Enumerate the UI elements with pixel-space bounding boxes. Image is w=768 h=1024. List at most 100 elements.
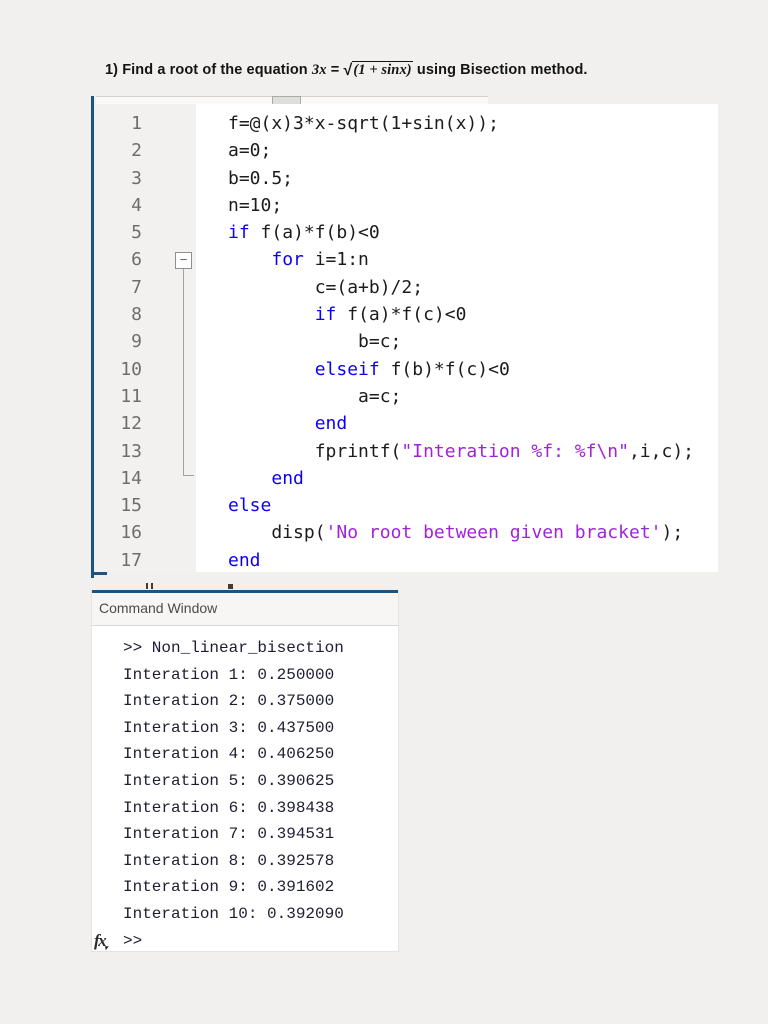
command-output-line: Interation 6: 0.398438 bbox=[123, 798, 335, 817]
command-window-content[interactable]: >> Non_linear_bisection Interation 1: 0.2… bbox=[92, 626, 398, 951]
code-fold-toggle[interactable]: − bbox=[175, 252, 192, 269]
code-segment: a=0; bbox=[228, 140, 272, 162]
line-number: 7 bbox=[131, 276, 142, 298]
line-number: 16 bbox=[120, 522, 142, 544]
line-number: 1 bbox=[131, 113, 142, 134]
code-segment: a=c; bbox=[228, 385, 402, 407]
line-number: 9 bbox=[131, 331, 142, 353]
command-output-line: Interation 5: 0.390625 bbox=[123, 771, 335, 790]
code-segment: b=c; bbox=[228, 331, 402, 353]
code-line[interactable]: disp('No root between given bracket'); bbox=[228, 519, 718, 546]
cropped-text-remnant bbox=[228, 584, 233, 589]
command-output-line: Interation 1: 0.250000 bbox=[123, 665, 335, 684]
command-output-line: Interation 7: 0.394531 bbox=[123, 825, 335, 844]
code-segment: end bbox=[271, 467, 304, 489]
line-number: 15 bbox=[120, 495, 142, 517]
code-segment: f(b)*f(c)<0 bbox=[379, 358, 510, 380]
math-lhs: 3x bbox=[311, 62, 327, 78]
code-segment: if bbox=[314, 304, 337, 326]
code-line[interactable]: c=(a+b)/2; bbox=[228, 274, 718, 301]
line-number: 11 bbox=[120, 385, 142, 407]
line-number: 6 bbox=[131, 249, 142, 271]
title-text-after: using Bisection method. bbox=[412, 62, 588, 78]
code-line[interactable]: if f(a)*f(b)<0 bbox=[228, 219, 718, 246]
command-window-panel: Command Window >> Non_linear_bisection In… bbox=[91, 590, 399, 952]
math-equals: = bbox=[326, 62, 344, 78]
code-line[interactable]: end bbox=[228, 410, 718, 437]
code-line[interactable]: b=0.5; bbox=[228, 165, 718, 192]
code-segment: b=0.5; bbox=[228, 167, 294, 189]
command-window-title: Command Window bbox=[99, 600, 218, 616]
code-line[interactable]: end bbox=[228, 547, 718, 574]
command-output-line: >> Non_linear_bisection bbox=[123, 639, 344, 657]
line-number: 5 bbox=[131, 222, 142, 244]
fold-region-bracket bbox=[183, 269, 194, 476]
cropped-text-remnant bbox=[151, 583, 153, 589]
line-number: 3 bbox=[131, 167, 142, 189]
code-line[interactable]: else bbox=[228, 492, 718, 519]
code-segment: f(a)*f(c)<0 bbox=[336, 304, 467, 326]
sqrt-radical-icon: √ bbox=[343, 62, 353, 79]
command-output-line: Interation 4: 0.406250 bbox=[123, 745, 335, 764]
sqrt-radicand: (1 + sinx) bbox=[352, 61, 413, 78]
code-segment: f=@(x)3*x-sqrt(1+sin(x)); bbox=[228, 113, 499, 134]
code-segment: ); bbox=[661, 522, 684, 544]
problem-title: 1) Find a root of the equation 3x = √(1 … bbox=[105, 61, 588, 79]
code-segment: elseif bbox=[314, 358, 380, 380]
code-segment: f(a)*f(b)<0 bbox=[249, 222, 380, 244]
code-segment: 'No root between given bracket' bbox=[325, 522, 662, 544]
command-output-line: Interation 2: 0.375000 bbox=[123, 692, 335, 711]
code-segment: ,i,c); bbox=[628, 440, 694, 462]
code-segment: i=1:n bbox=[303, 249, 369, 271]
line-number: 13 bbox=[120, 440, 142, 462]
code-segment: "Interation %f: %f\n" bbox=[401, 440, 629, 462]
cropped-text-remnant bbox=[146, 583, 148, 589]
screen: 1) Find a root of the equation 3x = √(1 … bbox=[0, 0, 768, 1024]
code-line[interactable]: f=@(x)3*x-sqrt(1+sin(x)); bbox=[228, 110, 718, 137]
code-line[interactable]: a=c; bbox=[228, 383, 718, 410]
line-numbers: 1 2 3 4 5 6 7 8 9 10 11 12 13 14 15 16 17 bbox=[94, 110, 142, 574]
title-text-before: 1) Find a root of the equation bbox=[105, 62, 312, 78]
code-segment: end bbox=[314, 413, 348, 435]
code-line[interactable]: n=10; bbox=[228, 192, 718, 219]
code-line[interactable]: a=0; bbox=[228, 137, 718, 164]
code-area[interactable]: f=@(x)3*x-sqrt(1+sin(x)); a=0; b=0.5; n=10;… bbox=[196, 104, 718, 572]
code-segment: disp( bbox=[228, 522, 326, 544]
code-segment: n=10; bbox=[228, 194, 283, 216]
line-number: 8 bbox=[131, 304, 142, 326]
code-segment: c=(a+b)/2; bbox=[228, 276, 424, 298]
code-line[interactable]: b=c; bbox=[228, 328, 718, 355]
command-window-header[interactable]: Command Window bbox=[92, 593, 398, 626]
code-line[interactable]: end bbox=[228, 465, 718, 492]
command-output-line: Interation 3: 0.437500 bbox=[123, 718, 335, 737]
fx-icon[interactable]: fx▾ bbox=[94, 928, 108, 951]
code-line[interactable]: fprintf("Interation %f: %f\n",i,c); bbox=[228, 438, 718, 465]
code-editor-panel: 1 2 3 4 5 6 7 8 9 10 11 12 13 14 15 16 17 f=@(x)3*x-sqrt… bbox=[91, 96, 718, 578]
line-number: 4 bbox=[131, 194, 142, 216]
command-prompt-row: fx▾ >> bbox=[94, 928, 398, 951]
code-segment: if bbox=[228, 222, 250, 244]
line-number: 12 bbox=[120, 413, 142, 435]
command-output-line: Interation 9: 0.391602 bbox=[123, 878, 335, 897]
line-number: 2 bbox=[131, 140, 142, 162]
line-number-gutter: 1 2 3 4 5 6 7 8 9 10 11 12 13 14 15 16 17 bbox=[94, 104, 196, 572]
command-prompt[interactable]: >> bbox=[123, 932, 142, 950]
code-segment: else bbox=[228, 495, 272, 517]
command-output: >> Non_linear_bisection Interation 1: 0.2… bbox=[123, 635, 398, 928]
caret-down-icon: ▾ bbox=[104, 943, 108, 951]
line-number: 17 bbox=[120, 549, 142, 571]
command-output-line: Interation 8: 0.392578 bbox=[123, 851, 335, 870]
command-output-line: Interation 10: 0.392090 bbox=[123, 904, 344, 923]
code-line[interactable]: if f(a)*f(c)<0 bbox=[228, 301, 718, 328]
code-lines: f=@(x)3*x-sqrt(1+sin(x)); a=0; b=0.5; n=10;… bbox=[196, 104, 718, 574]
code-segment: for bbox=[271, 249, 304, 271]
code-line[interactable]: for i=1:n bbox=[228, 246, 718, 273]
line-number: 14 bbox=[120, 467, 142, 489]
line-number: 10 bbox=[120, 358, 142, 380]
code-line[interactable]: elseif f(b)*f(c)<0 bbox=[228, 356, 718, 383]
